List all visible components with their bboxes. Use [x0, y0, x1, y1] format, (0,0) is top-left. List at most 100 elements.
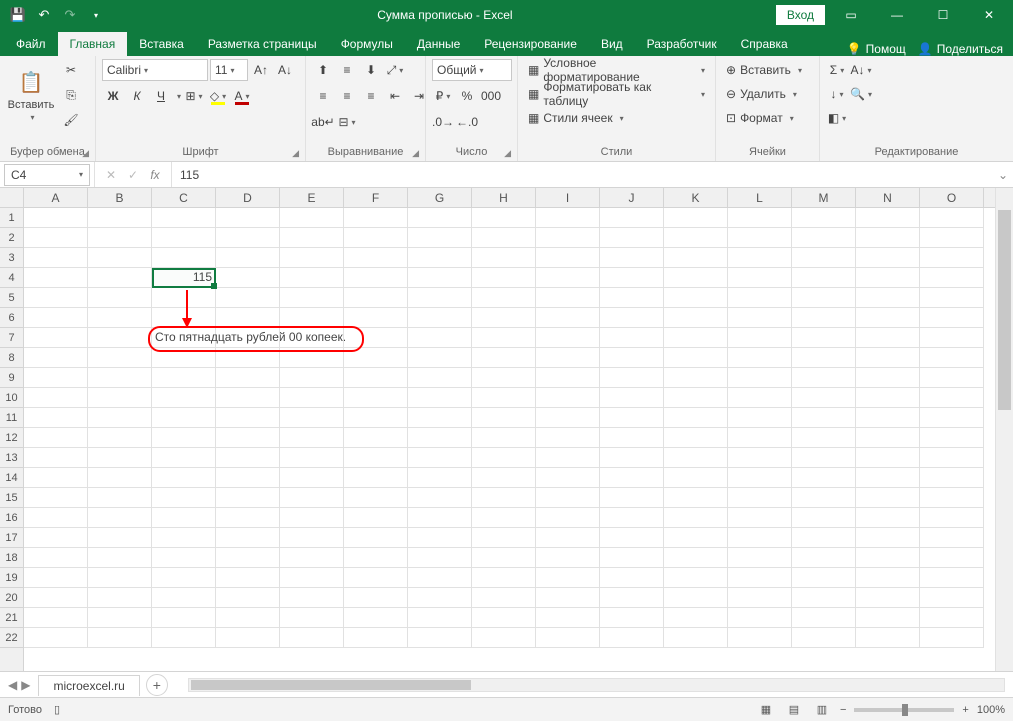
cell[interactable] [344, 608, 408, 628]
column-header[interactable]: N [856, 188, 920, 207]
cell[interactable] [344, 368, 408, 388]
column-header[interactable]: C [152, 188, 216, 207]
cell[interactable] [24, 608, 88, 628]
column-header[interactable]: I [536, 188, 600, 207]
cell[interactable] [152, 528, 216, 548]
cell[interactable] [88, 468, 152, 488]
decrease-indent-icon[interactable]: ⇤ [384, 85, 406, 107]
cell[interactable] [216, 508, 280, 528]
wrap-text-icon[interactable]: ab↵ [312, 111, 334, 133]
number-format-combo[interactable]: Общий▾ [432, 59, 512, 81]
align-top-icon[interactable]: ⬆ [312, 59, 334, 81]
cell[interactable] [536, 348, 600, 368]
autosum-icon[interactable]: Σ▾ [826, 59, 848, 81]
cell[interactable] [24, 368, 88, 388]
cell[interactable] [88, 308, 152, 328]
cell[interactable] [728, 408, 792, 428]
cell[interactable] [600, 448, 664, 468]
cell[interactable] [472, 548, 536, 568]
save-icon[interactable]: 💾 [6, 3, 30, 27]
cell[interactable] [856, 268, 920, 288]
currency-icon[interactable]: ₽▾ [432, 85, 454, 107]
cell[interactable] [408, 268, 472, 288]
cell[interactable] [408, 588, 472, 608]
cell[interactable] [152, 428, 216, 448]
cell[interactable] [600, 528, 664, 548]
cell[interactable] [152, 208, 216, 228]
cell[interactable] [536, 388, 600, 408]
cell[interactable] [152, 228, 216, 248]
cancel-formula-icon[interactable]: ✕ [101, 168, 121, 182]
cell[interactable] [728, 508, 792, 528]
macro-record-icon[interactable]: ▯ [54, 703, 60, 716]
cell[interactable] [536, 468, 600, 488]
align-center-icon[interactable]: ≡ [336, 85, 358, 107]
cell[interactable] [24, 508, 88, 528]
cell[interactable] [216, 368, 280, 388]
cell[interactable] [24, 288, 88, 308]
page-layout-view-icon[interactable]: ▤ [784, 701, 804, 719]
close-icon[interactable]: ✕ [969, 0, 1009, 30]
cell[interactable] [728, 248, 792, 268]
cell[interactable] [920, 468, 984, 488]
cell[interactable] [536, 308, 600, 328]
cell[interactable] [24, 248, 88, 268]
cell[interactable] [664, 428, 728, 448]
add-sheet-button[interactable]: + [146, 674, 168, 696]
cell[interactable] [728, 568, 792, 588]
column-header[interactable]: J [600, 188, 664, 207]
cell[interactable] [920, 488, 984, 508]
sheet-nav-prev-icon[interactable]: ◀ [8, 678, 17, 692]
tab-home[interactable]: Главная [58, 32, 128, 56]
zoom-in-icon[interactable]: + [962, 704, 968, 716]
cell[interactable] [472, 368, 536, 388]
cell[interactable] [792, 448, 856, 468]
cell[interactable] [856, 248, 920, 268]
cell[interactable] [280, 388, 344, 408]
sheet-nav-next-icon[interactable]: ▶ [21, 678, 30, 692]
cell[interactable] [152, 468, 216, 488]
cell[interactable] [728, 208, 792, 228]
cell[interactable] [152, 388, 216, 408]
cell[interactable] [216, 228, 280, 248]
cell[interactable] [344, 628, 408, 648]
cell[interactable] [88, 628, 152, 648]
tab-file[interactable]: Файл [4, 32, 58, 56]
cell[interactable] [856, 208, 920, 228]
cell[interactable] [664, 608, 728, 628]
cell[interactable] [408, 348, 472, 368]
cell[interactable] [792, 528, 856, 548]
cell[interactable] [536, 228, 600, 248]
cell[interactable] [472, 408, 536, 428]
cell[interactable] [152, 248, 216, 268]
cell[interactable] [856, 288, 920, 308]
cell[interactable] [152, 408, 216, 428]
cell[interactable] [408, 368, 472, 388]
row-header[interactable]: 2 [0, 228, 23, 248]
redo-icon[interactable]: ↷ [58, 3, 82, 27]
decrease-decimal-icon[interactable]: ←.0 [456, 111, 478, 133]
cell[interactable] [216, 568, 280, 588]
cell[interactable] [664, 368, 728, 388]
launcher-icon[interactable]: ◢ [292, 148, 299, 159]
cell[interactable] [280, 548, 344, 568]
cell[interactable] [408, 328, 472, 348]
cell[interactable] [152, 488, 216, 508]
cell[interactable] [280, 528, 344, 548]
row-header[interactable]: 20 [0, 588, 23, 608]
cell[interactable] [920, 528, 984, 548]
cell[interactable] [88, 488, 152, 508]
cell[interactable] [664, 548, 728, 568]
cell[interactable] [280, 628, 344, 648]
cell[interactable] [792, 348, 856, 368]
copy-icon[interactable]: ⎘ [60, 84, 82, 106]
cell[interactable] [216, 388, 280, 408]
cell[interactable] [24, 628, 88, 648]
tab-developer[interactable]: Разработчик [635, 32, 729, 56]
cell[interactable] [920, 588, 984, 608]
cell[interactable] [344, 348, 408, 368]
cell[interactable] [280, 328, 344, 348]
cell[interactable] [280, 308, 344, 328]
cell[interactable] [344, 248, 408, 268]
cell[interactable] [792, 468, 856, 488]
